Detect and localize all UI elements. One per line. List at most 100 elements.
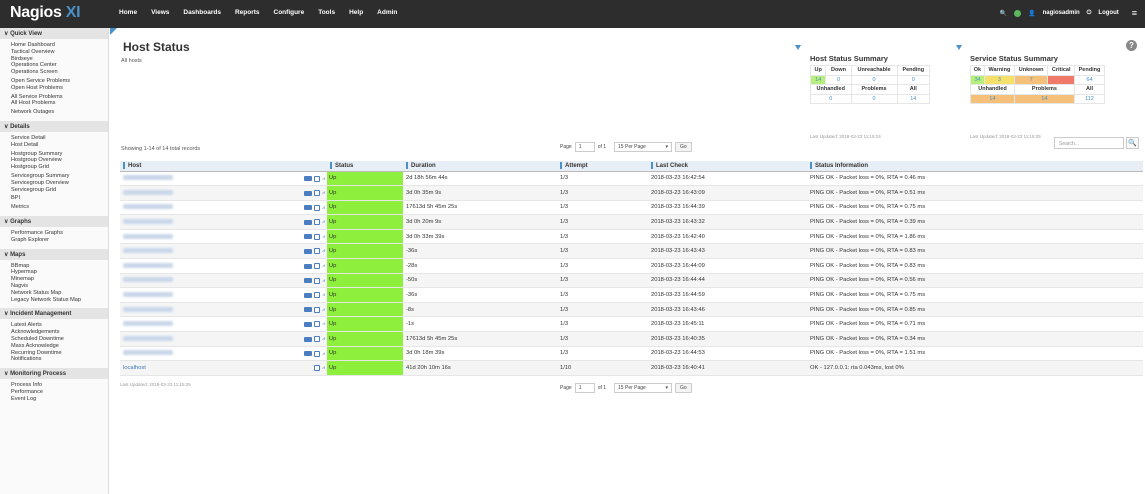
nagios-logo[interactable]: Nagios XI: [10, 4, 81, 22]
network-icon[interactable]: [304, 292, 313, 298]
redacted-host-name[interactable]: [123, 262, 173, 268]
graph-icon[interactable]: ⩘: [322, 321, 325, 327]
network-icon[interactable]: [304, 263, 313, 269]
sidebar-section-details[interactable]: ∨ Details: [0, 120, 108, 132]
network-icon[interactable]: [304, 351, 313, 357]
host-link[interactable]: localhost: [123, 365, 146, 371]
graph-icon[interactable]: ⩘: [322, 248, 325, 254]
sidebar-item-notifications[interactable]: Notifications: [11, 356, 108, 363]
go-button[interactable]: Go: [675, 383, 692, 393]
sidebar-item-open-service-problems[interactable]: Open Service Problems: [11, 78, 108, 85]
network-icon[interactable]: [304, 176, 313, 181]
sidebar-item-birdseye[interactable]: Birdseye: [11, 56, 108, 63]
sidebar-item-bpi[interactable]: BPI: [11, 195, 108, 202]
per-page-select[interactable]: 15 Per Page ▾: [614, 142, 673, 152]
nav-tools[interactable]: Tools: [318, 9, 335, 16]
unhandled-count[interactable]: 14: [970, 93, 1015, 104]
sidebar-item-mass-acknowledge[interactable]: Mass Acknowledge: [11, 343, 108, 350]
filter-icon[interactable]: [795, 45, 801, 50]
network-icon[interactable]: [304, 336, 313, 342]
host-detail-icon[interactable]: [314, 219, 321, 226]
sidebar-item-minemap[interactable]: Minemap: [11, 276, 108, 283]
graph-icon[interactable]: ⩘: [322, 365, 325, 371]
page-input[interactable]: 1: [574, 383, 595, 393]
collapse-sidebar-icon[interactable]: [110, 28, 117, 35]
username-link[interactable]: nagiosadmin: [1043, 10, 1080, 16]
sort-icon[interactable]: [810, 162, 812, 170]
go-button[interactable]: Go: [675, 142, 692, 152]
host-detail-icon[interactable]: [314, 292, 321, 299]
logout-link[interactable]: Logout: [1098, 10, 1118, 16]
sort-icon[interactable]: [123, 162, 125, 170]
all-count[interactable]: 14: [896, 93, 931, 104]
sidebar-item-service-detail[interactable]: Service Detail: [11, 135, 108, 142]
graph-icon[interactable]: ⩘: [322, 190, 325, 196]
sidebar-item-performance[interactable]: Performance: [11, 389, 108, 396]
sidebar-item-servicegroup-summary[interactable]: Servicegroup Summary: [11, 173, 108, 180]
network-icon[interactable]: [304, 205, 313, 211]
graph-icon[interactable]: ⩘: [322, 292, 325, 298]
per-page-select[interactable]: 15 Per Page ▾: [614, 383, 673, 393]
network-icon[interactable]: [304, 234, 313, 240]
search-input[interactable]: Search...: [1054, 137, 1124, 149]
all-count[interactable]: 112: [1073, 93, 1106, 104]
sidebar-item-process-info[interactable]: Process Info: [11, 382, 108, 389]
nav-reports[interactable]: Reports: [235, 9, 260, 16]
redacted-host-name[interactable]: [123, 204, 173, 210]
sort-icon[interactable]: [560, 162, 562, 170]
problems-count[interactable]: 0: [850, 93, 898, 104]
up-count[interactable]: 14: [809, 74, 827, 85]
sidebar-item-hostgroup-summary[interactable]: Hostgroup Summary: [11, 151, 108, 158]
sidebar-item-bbmap[interactable]: BBmap: [11, 263, 108, 270]
host-detail-icon[interactable]: [314, 248, 321, 255]
redacted-host-name[interactable]: [123, 292, 173, 298]
redacted-host-name[interactable]: [123, 233, 173, 239]
problems-count[interactable]: 14: [1013, 93, 1075, 104]
sidebar-item-recurring-downtime[interactable]: Recurring Downtime: [11, 350, 108, 357]
redacted-host-name[interactable]: [123, 277, 173, 283]
sidebar-item-open-host-problems[interactable]: Open Host Problems: [11, 85, 108, 92]
nav-admin[interactable]: Admin: [377, 9, 397, 16]
graph-icon[interactable]: ⩘: [322, 205, 325, 211]
host-detail-icon[interactable]: [314, 277, 321, 284]
network-icon[interactable]: [304, 219, 313, 225]
sidebar-item-operations-center[interactable]: Operations Center: [11, 62, 108, 69]
sidebar-item-network-outages[interactable]: Network Outages: [11, 109, 108, 116]
host-detail-icon[interactable]: [314, 190, 321, 197]
graph-icon[interactable]: ⩘: [322, 219, 325, 225]
sidebar-item-tactical-overview[interactable]: Tactical Overview: [11, 49, 108, 56]
status-column-header[interactable]: Status: [327, 161, 403, 172]
redacted-host-name[interactable]: [123, 248, 173, 254]
graph-icon[interactable]: ⩘: [322, 336, 325, 342]
sidebar-item-servicegroup-overview[interactable]: Servicegroup Overview: [11, 180, 108, 187]
sidebar-item-hypermap[interactable]: Hypermap: [11, 269, 108, 276]
sidebar-item-hostgroup-grid[interactable]: Hostgroup Grid: [11, 164, 108, 171]
host-detail-icon[interactable]: [314, 321, 321, 328]
sidebar-item-metrics[interactable]: Metrics: [11, 204, 108, 211]
sidebar-item-host-detail[interactable]: Host Detail: [11, 142, 108, 149]
sidebar-item-hostgroup-overview[interactable]: Hostgroup Overview: [11, 157, 108, 164]
redacted-host-name[interactable]: [123, 350, 173, 356]
ok-count[interactable]: 34: [970, 74, 985, 85]
sidebar-item-graph-explorer[interactable]: Graph Explorer: [11, 237, 108, 244]
sort-icon[interactable]: [651, 162, 653, 170]
host-detail-icon[interactable]: [314, 336, 321, 343]
status-info-column-header[interactable]: Status Information: [807, 161, 1143, 172]
sidebar-item-event-log[interactable]: Event Log: [11, 396, 108, 403]
network-icon[interactable]: [304, 190, 313, 196]
network-icon[interactable]: [304, 307, 313, 313]
graph-icon[interactable]: ⩘: [322, 263, 325, 269]
host-column-header[interactable]: Host: [120, 161, 327, 172]
sidebar-section-graphs[interactable]: ∨ Graphs: [0, 215, 108, 227]
down-count[interactable]: 0: [825, 74, 852, 85]
redacted-host-name[interactable]: [123, 189, 173, 195]
sidebar-item-network-status-map[interactable]: Network Status Map: [11, 290, 108, 297]
menu-icon[interactable]: ≡: [1132, 8, 1137, 18]
attempt-column-header[interactable]: Attempt: [557, 161, 648, 172]
sort-icon[interactable]: [330, 162, 332, 170]
nav-help[interactable]: Help: [349, 9, 363, 16]
sidebar-item-all-service-problems[interactable]: All Service Problems: [11, 94, 108, 101]
graph-icon[interactable]: ⩘: [322, 278, 325, 284]
unreachable-count[interactable]: 0: [850, 74, 898, 85]
sidebar-item-home-dashboard[interactable]: Home Dashboard: [11, 42, 108, 49]
